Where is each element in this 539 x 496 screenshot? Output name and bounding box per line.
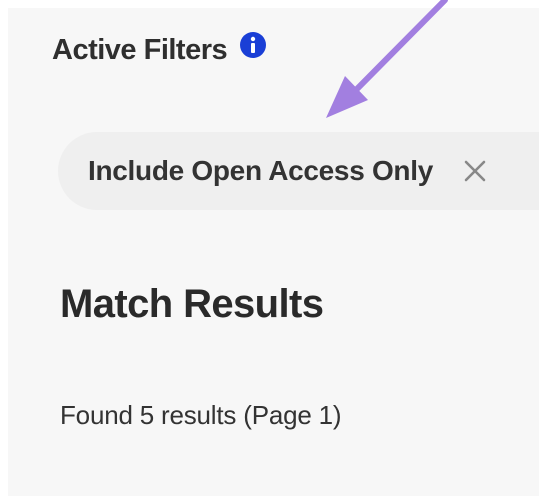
info-icon[interactable] [239, 31, 267, 59]
filter-chip-open-access: Include Open Access Only [58, 132, 539, 210]
results-title: Match Results [60, 282, 324, 326]
close-icon[interactable] [461, 157, 489, 185]
filter-chip-label: Include Open Access Only [88, 155, 433, 186]
results-summary: Found 5 results (Page 1) [60, 400, 342, 430]
active-filters-header: Active Filters [52, 30, 267, 70]
active-filters-title: Active Filters [52, 33, 228, 66]
